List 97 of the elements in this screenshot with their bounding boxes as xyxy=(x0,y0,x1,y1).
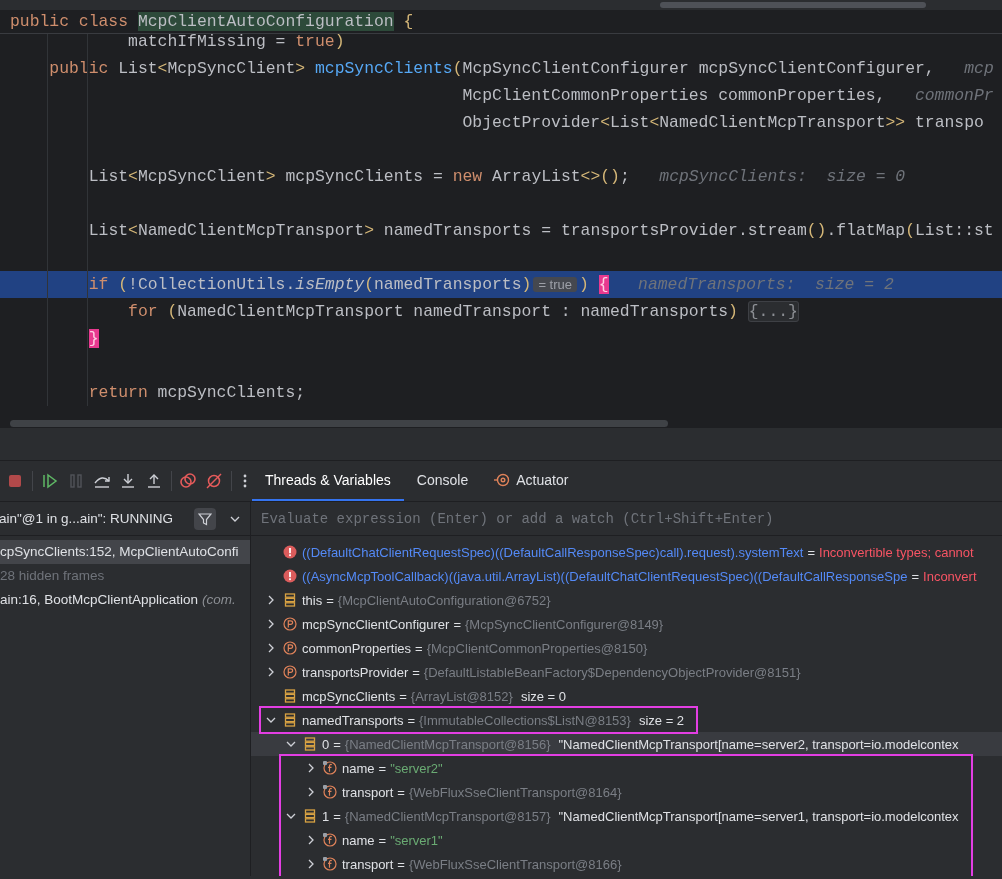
variable-detail: size = 2 xyxy=(638,712,685,728)
variable-row[interactable]: mcpSyncClients = {ArrayList@8152} size = 0 xyxy=(251,684,1002,708)
equals-sign: = xyxy=(407,712,415,728)
filter-icon xyxy=(198,511,212,526)
variable-row[interactable]: ((DefaultChatClientRequestSpec)((DefaultCallResponseSpec)call).request).systemText = Inconvertible types; cannot xyxy=(251,540,1002,564)
code-line: List<NamedClientMcpTransport> namedTransports = transportsProvider.stream().flatMap(List::st xyxy=(87,220,995,242)
field-icon xyxy=(323,857,337,871)
variable-row[interactable]: namedTransports = {ImmutableCollections$ListN@8153} size = 2 xyxy=(259,706,699,734)
variable-name: 1 xyxy=(322,808,330,824)
evaluate-expression-field[interactable]: Evaluate expression (Enter) or add a watch (Ctrl+Shift+Enter) xyxy=(251,503,1002,534)
error-message: Inconvertible types; cannot xyxy=(819,544,974,560)
stacked-bars-icon xyxy=(303,737,317,751)
code-line: List<McpSyncClient> mcpSyncClients = new ArrayList<>(); mcpSyncClients: size = 0 xyxy=(87,166,907,188)
variable-name: transport xyxy=(342,856,394,872)
equals-sign: = xyxy=(378,760,387,776)
code-line: return mcpSyncClients; xyxy=(87,382,307,404)
variable-name: mcpSyncClientConfigurer xyxy=(302,616,450,632)
variable-value: "server1" xyxy=(390,832,443,848)
variable-row[interactable]: transport = {WebFluxSseClientTransport@8164} xyxy=(279,780,973,804)
more-icon xyxy=(242,474,247,488)
equals-sign: = xyxy=(412,664,420,680)
variable-value: {WebFluxSseClientTransport@8164} xyxy=(408,784,622,800)
variable-value: {McpClientCommonProperties@8150} xyxy=(426,640,648,656)
panel-tab[interactable]: Threads & Variables xyxy=(252,461,404,501)
variable-value: {WebFluxSseClientTransport@8166} xyxy=(408,856,622,872)
variable-row[interactable]: transportsProvider = {DefaultListableBeanFactory$DependencyObjectProvider@8151} xyxy=(251,660,1002,684)
horizontal-scrollbar[interactable] xyxy=(660,2,926,8)
equals-sign: = xyxy=(333,808,341,824)
stack-frame[interactable]: ain:16, BootMcpClientApplication (com. xyxy=(0,588,250,612)
variable-value: {McpClientAutoConfiguration@6752} xyxy=(337,592,551,608)
code-line: for (NamedClientMcpTransport namedTransport : namedTransports) {...} xyxy=(127,300,800,324)
equals-sign: = xyxy=(453,616,461,632)
parameter-icon xyxy=(283,665,297,679)
resume-icon xyxy=(40,472,59,490)
panel-tab[interactable]: Actuator xyxy=(481,461,582,501)
equals-sign: = xyxy=(326,592,334,608)
variable-name: mcpSyncClients xyxy=(302,688,396,704)
stacked-bars-icon xyxy=(283,713,297,727)
code-line: matchIfMissing = true) xyxy=(127,31,346,53)
code-line: ObjectProvider<List<NamedClientMcpTransport>> transpo xyxy=(461,112,985,134)
variable-detail: size = 0 xyxy=(520,688,567,704)
equals-sign: = xyxy=(333,736,341,752)
error-icon xyxy=(283,569,297,583)
variable-row[interactable]: mcpSyncClientConfigurer = {McpSyncClientConfigurer@8149} xyxy=(251,612,1002,636)
variable-name: transport xyxy=(342,784,394,800)
parameter-icon xyxy=(283,617,297,631)
panel-tab[interactable]: Console xyxy=(403,461,482,501)
variable-name: name xyxy=(342,760,375,776)
equals-sign: = xyxy=(397,784,405,800)
error-message: Inconvert xyxy=(923,568,977,584)
equals-sign: = xyxy=(807,544,816,560)
stacked-bars-icon xyxy=(283,593,297,607)
thread-selector[interactable]: ain"@1 in g...ain": RUNNING xyxy=(0,502,250,536)
field-icon xyxy=(323,785,337,799)
variable-value: "server2" xyxy=(390,760,443,776)
variable-row[interactable]: 1 = {NamedClientMcpTransport@8157} "NamedClientMcpTransport[name=server1, transport=io.modelcontex xyxy=(279,804,973,828)
variable-name: this xyxy=(302,592,323,608)
variable-name: name xyxy=(342,832,375,848)
variable-name: 0 xyxy=(322,736,330,752)
horizontal-scrollbar[interactable] xyxy=(10,420,668,427)
stack-frame[interactable]: cpSyncClients:152, McpClientAutoConfi xyxy=(0,540,250,564)
error-icon xyxy=(283,545,297,559)
equals-sign: = xyxy=(397,856,405,872)
variable-row[interactable]: name = "server1" xyxy=(279,828,973,852)
equals-sign: = xyxy=(399,688,407,704)
equals-sign: = xyxy=(911,568,920,584)
variable-name: ((DefaultChatClientRequestSpec)((DefaultCallResponseSpec)call).request).systemText xyxy=(302,544,804,560)
code-line: public List<McpSyncClient> mcpSyncClients(McpSyncClientConfigurer mcpSyncClientConfigurer, mcp xyxy=(48,58,995,80)
variable-name: commonProperties xyxy=(302,640,412,656)
variable-row[interactable]: commonProperties = {McpClientCommonProperties@8150} xyxy=(251,636,1002,660)
code-line: McpClientCommonProperties commonProperties, commonPr xyxy=(461,85,995,107)
stacked-bars-icon xyxy=(303,809,317,823)
variable-name: transportsProvider xyxy=(302,664,409,680)
equals-sign: = xyxy=(415,640,423,656)
field-icon xyxy=(323,833,337,847)
stop-icon xyxy=(6,472,24,490)
variable-name: ((AsyncMcpToolCallback)((java.util.ArrayList)((DefaultChatClientRequestSpec)((DefaultCallResponseSpe xyxy=(302,568,908,584)
filter-button[interactable] xyxy=(194,507,216,530)
variable-value: {NamedClientMcpTransport@8156} xyxy=(344,736,551,752)
equals-sign: = xyxy=(378,832,387,848)
variable-row[interactable]: name = "server2" xyxy=(279,754,973,780)
breakpoints-icon xyxy=(179,472,198,490)
variable-row[interactable]: ((AsyncMcpToolCallback)((java.util.ArrayList)((DefaultChatClientRequestSpec)((DefaultCallResponseSpe = Inconvert xyxy=(251,564,1002,588)
variable-detail: "NamedClientMcpTransport[name=server2, transport=io.modelcontex xyxy=(558,736,959,752)
variable-row[interactable]: transport = {WebFluxSseClientTransport@8166} xyxy=(279,852,973,876)
mute-breakpoints-icon xyxy=(205,472,224,490)
variable-value: {ArrayList@8152} xyxy=(410,688,513,704)
variable-value: {McpSyncClientConfigurer@8149} xyxy=(465,616,664,632)
variable-detail: "NamedClientMcpTransport[name=server1, transport=io.modelcontex xyxy=(558,808,959,824)
variable-value: {NamedClientMcpTransport@8157} xyxy=(344,808,551,824)
variable-row[interactable]: this = {McpClientAutoConfiguration@6752} xyxy=(251,588,1002,612)
field-icon xyxy=(323,761,337,775)
variable-value: {ImmutableCollections$ListN@8153} xyxy=(419,712,631,728)
stacked-bars-icon xyxy=(283,689,297,703)
parameter-icon xyxy=(283,641,297,655)
variable-name: namedTransports xyxy=(302,712,404,728)
variable-value: {DefaultListableBeanFactory$DependencyObjectProvider@8151} xyxy=(423,664,801,680)
